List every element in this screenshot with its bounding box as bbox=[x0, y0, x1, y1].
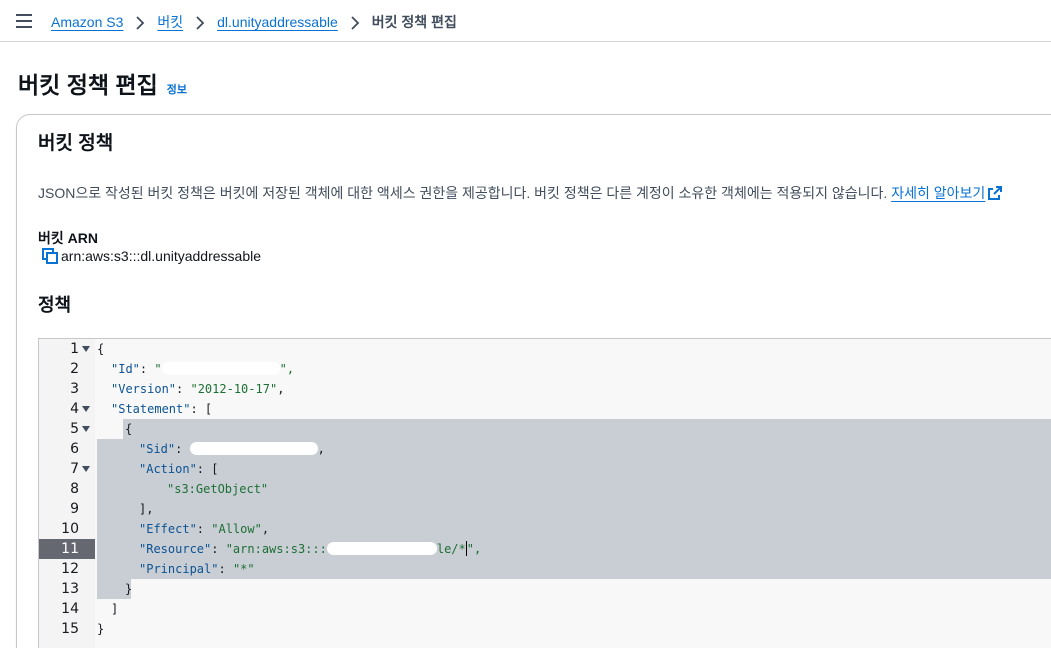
line-number: 7 bbox=[70, 461, 79, 477]
code-line: 3 "Version": "2012-10-17", bbox=[39, 379, 1051, 399]
fold-caret-icon[interactable] bbox=[82, 466, 90, 472]
chevron-right-icon bbox=[183, 14, 217, 30]
breadcrumb-buckets[interactable]: 버킷 bbox=[157, 12, 183, 32]
json-string: "*" bbox=[232, 562, 255, 576]
json-string: "2012-10-17" bbox=[190, 382, 278, 396]
code-line: 13 } bbox=[39, 579, 1051, 599]
page-header: 버킷 정책 편집 정보 bbox=[18, 66, 187, 100]
breadcrumb-amazon-s3[interactable]: Amazon S3 bbox=[51, 14, 123, 30]
json-key: "Sid" bbox=[139, 442, 176, 456]
json-key: "Effect" bbox=[139, 522, 197, 536]
policy-code-editor[interactable]: 1 { 2 "Id": " ", 3 "Version": "2012-10-17… bbox=[38, 338, 1051, 648]
breadcrumb: Amazon S3 버킷 dl.unityaddressable 버킷 정책 편… bbox=[51, 12, 457, 32]
json-string: " bbox=[154, 362, 162, 376]
line-number: 15 bbox=[61, 621, 79, 637]
code-line: 9 ], bbox=[39, 499, 1051, 519]
bucket-arn-row: arn:aws:s3:::dl.unityaddressable bbox=[42, 248, 261, 264]
copy-icon[interactable] bbox=[42, 248, 58, 264]
line-number: 9 bbox=[70, 501, 79, 517]
code-line: 14 ] bbox=[39, 599, 1051, 619]
json-string: "arn:aws:s3::: bbox=[225, 542, 327, 556]
code-line: 8 "s3:GetObject" bbox=[39, 479, 1051, 499]
hamburger-icon[interactable] bbox=[16, 14, 32, 28]
line-number: 8 bbox=[70, 481, 79, 497]
code-text: , bbox=[317, 442, 325, 456]
line-number: 6 bbox=[70, 441, 79, 457]
code-line: 1 { bbox=[39, 339, 1051, 359]
code-text: { bbox=[97, 342, 105, 356]
top-navigation-bar: Amazon S3 버킷 dl.unityaddressable 버킷 정책 편… bbox=[0, 0, 1051, 42]
bucket-arn-value: arn:aws:s3:::dl.unityaddressable bbox=[61, 248, 261, 264]
json-string: "Allow" bbox=[211, 522, 262, 536]
fold-caret-icon[interactable] bbox=[82, 406, 90, 412]
code-text: { bbox=[125, 422, 133, 436]
json-string: ", bbox=[466, 542, 482, 556]
code-line: 7 "Action": [ bbox=[39, 459, 1051, 479]
code-line: 10 "Effect": "Allow", bbox=[39, 519, 1051, 539]
line-number: 3 bbox=[70, 381, 79, 397]
code-line: 5 { bbox=[39, 419, 1051, 439]
line-number: 14 bbox=[61, 601, 79, 617]
redacted-block bbox=[161, 362, 280, 375]
json-key: "Version" bbox=[111, 382, 177, 396]
fold-caret-icon[interactable] bbox=[82, 346, 90, 352]
fold-caret-icon[interactable] bbox=[82, 426, 90, 432]
json-string: le/* bbox=[436, 542, 466, 556]
code-line: 6 "Sid": , bbox=[39, 439, 1051, 459]
json-string: "s3:GetObject" bbox=[167, 482, 269, 496]
json-string: ", bbox=[279, 362, 295, 376]
line-number: 13 bbox=[61, 581, 79, 597]
code-text: : [ bbox=[196, 462, 219, 476]
code-line: 4 "Statement": [ bbox=[39, 399, 1051, 419]
breadcrumb-current: 버킷 정책 편집 bbox=[371, 14, 457, 30]
policy-title: 정책 bbox=[38, 295, 72, 315]
breadcrumb-bucket-name[interactable]: dl.unityaddressable bbox=[217, 14, 338, 30]
learn-more-label: 자세히 알아보기 bbox=[891, 185, 986, 201]
info-link[interactable]: 정보 bbox=[167, 81, 187, 97]
json-key: "Id" bbox=[111, 362, 140, 376]
section-description: JSON으로 작성된 버킷 정책은 버킷에 저장된 객체에 대한 액세스 권한을… bbox=[38, 183, 1003, 203]
redacted-block bbox=[189, 442, 318, 455]
chevron-right-icon bbox=[123, 14, 157, 30]
code-line: 12 "Principal": "*" bbox=[39, 559, 1051, 579]
page-title: 버킷 정책 편집 bbox=[18, 72, 158, 98]
json-key: "Statement" bbox=[111, 402, 191, 416]
code-text: : [ bbox=[190, 402, 213, 416]
code-text: } bbox=[97, 622, 105, 636]
line-number: 1 bbox=[70, 341, 79, 357]
line-number-active: 11 bbox=[39, 539, 95, 559]
line-number: 10 bbox=[61, 521, 79, 537]
line-number: 12 bbox=[61, 561, 79, 577]
json-key: "Principal" bbox=[139, 562, 219, 576]
line-number: 4 bbox=[70, 401, 79, 417]
bucket-arn-label: 버킷 ARN bbox=[38, 230, 98, 246]
line-number: 5 bbox=[70, 421, 79, 437]
json-key: "Resource" bbox=[139, 542, 212, 556]
description-text: JSON으로 작성된 버킷 정책은 버킷에 저장된 객체에 대한 액세스 권한을… bbox=[38, 185, 888, 201]
code-line: 15 } bbox=[39, 619, 1051, 639]
line-number: 2 bbox=[70, 361, 79, 377]
json-key: "Action" bbox=[139, 462, 197, 476]
redacted-block bbox=[326, 542, 437, 555]
code-text: ], bbox=[139, 502, 154, 516]
section-title: 버킷 정책 bbox=[38, 133, 114, 154]
code-text: } bbox=[125, 582, 133, 596]
chevron-right-icon bbox=[338, 14, 372, 30]
code-text: ] bbox=[111, 602, 119, 616]
external-link-icon bbox=[988, 186, 1003, 200]
code-line: 2 "Id": " ", bbox=[39, 359, 1051, 379]
code-line-active: 11 "Resource": "arn:aws:s3::: le/*", bbox=[39, 539, 1051, 559]
learn-more-link[interactable]: 자세히 알아보기 bbox=[891, 185, 1003, 201]
